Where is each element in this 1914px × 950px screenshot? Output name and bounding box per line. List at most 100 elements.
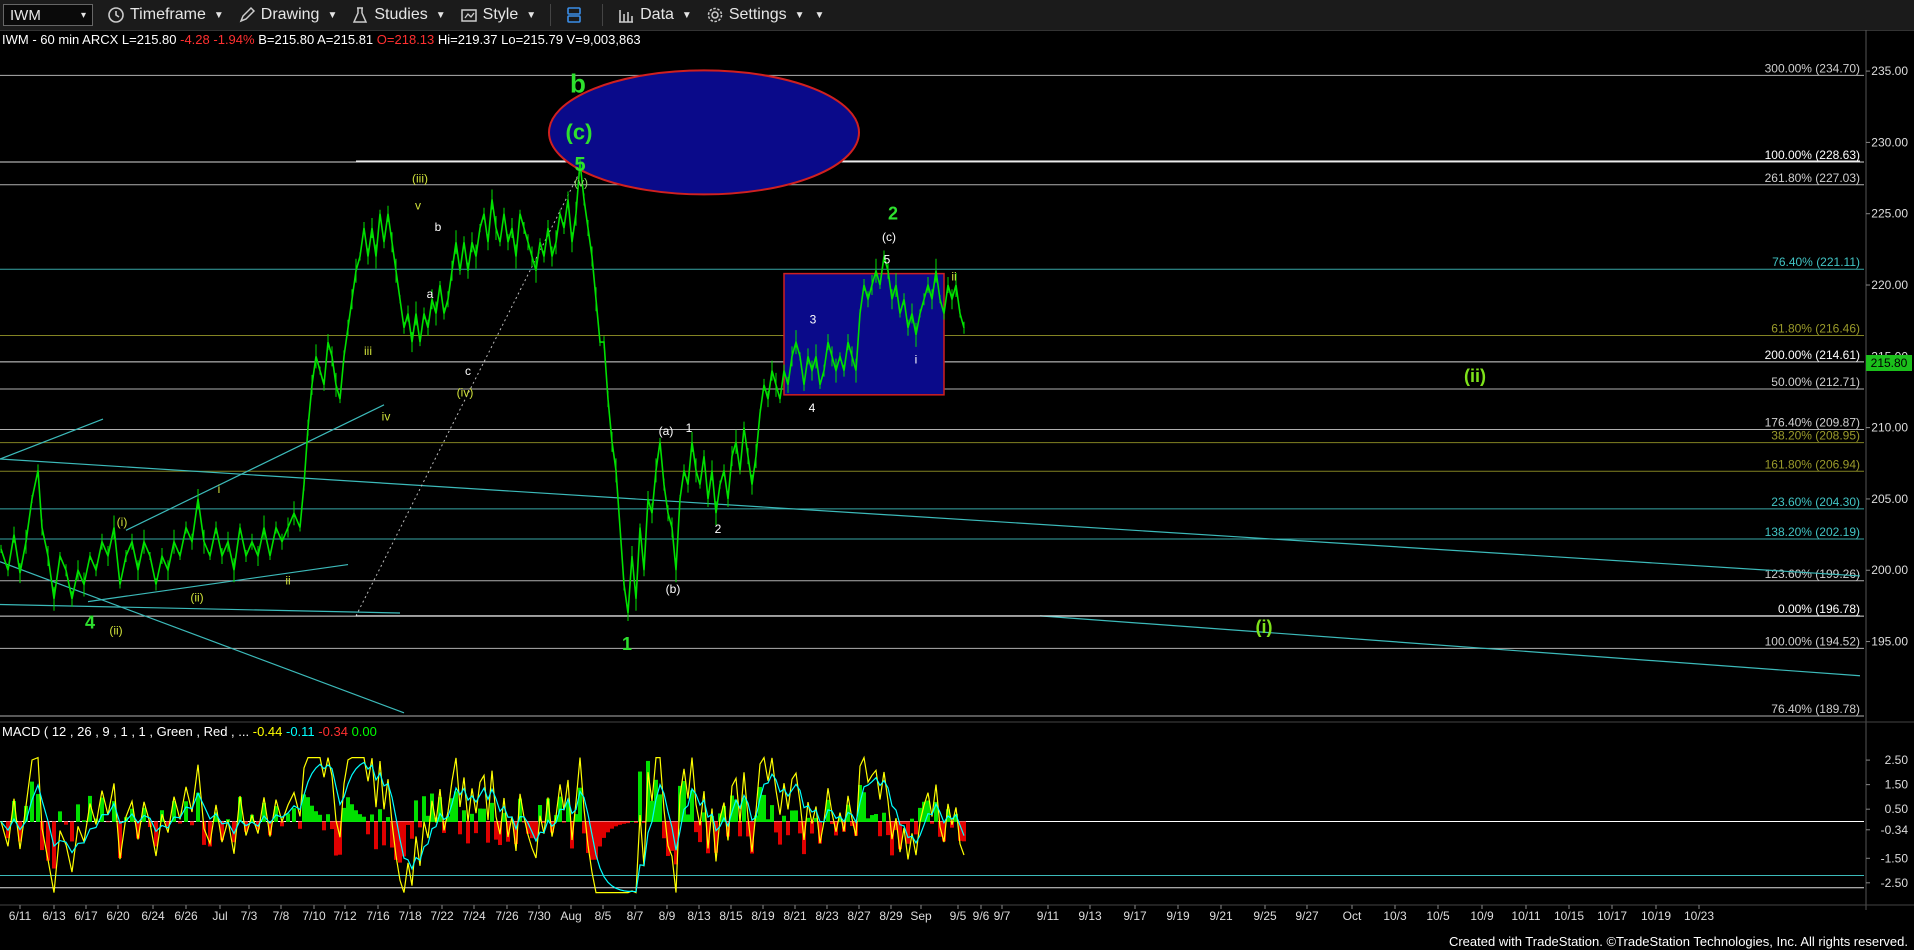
wave-label: i bbox=[218, 482, 221, 496]
data-button[interactable]: Data ▼ bbox=[617, 6, 692, 24]
settings-button[interactable]: Settings ▼ bbox=[706, 6, 805, 24]
style-button[interactable]: Style ▼ bbox=[460, 6, 536, 24]
macd-histogram-bar bbox=[782, 815, 786, 822]
studies-button[interactable]: Studies ▼ bbox=[351, 6, 446, 24]
pencil-icon bbox=[239, 6, 255, 23]
macd-histogram-bar bbox=[466, 821, 470, 844]
macd-histogram-bar bbox=[598, 821, 602, 847]
macd-histogram-bar bbox=[862, 792, 866, 822]
macd-histogram-bar bbox=[790, 810, 794, 822]
drawing-button[interactable]: Drawing ▼ bbox=[238, 6, 338, 24]
time-tick-label: 8/21 bbox=[783, 909, 807, 923]
macd-histogram-bar bbox=[910, 818, 914, 822]
macd-histogram-bar bbox=[694, 821, 698, 833]
time-tick-label: Aug bbox=[560, 909, 581, 923]
wave-label: 5 bbox=[574, 154, 585, 176]
wave-label: 1 bbox=[622, 634, 632, 654]
wave-label: 3 bbox=[810, 313, 817, 327]
last-price-marker: 215.80 bbox=[1866, 355, 1912, 371]
time-tick-label: 7/12 bbox=[333, 909, 357, 923]
price-tick-label: 200.00 bbox=[1871, 563, 1908, 577]
macd-histogram-bar bbox=[178, 821, 182, 824]
macd-histogram-bar bbox=[742, 798, 746, 822]
macd-histogram-bar bbox=[470, 813, 474, 822]
macd-histogram-bar bbox=[330, 821, 334, 830]
time-tick-label: 9/6 bbox=[973, 909, 990, 923]
macd-histogram-bar bbox=[902, 821, 906, 824]
wave-label: 2 bbox=[715, 522, 722, 536]
macd-histogram-bar bbox=[58, 811, 62, 822]
macd-histogram-bar bbox=[184, 801, 188, 822]
macd-histogram-bar bbox=[870, 815, 874, 822]
macd-histogram-bar bbox=[106, 821, 110, 823]
macd-histogram-bar bbox=[366, 821, 370, 835]
symbol-value: IWM bbox=[10, 6, 41, 24]
chevron-down-icon[interactable]: ▾ bbox=[81, 10, 86, 21]
price-tick-label: 210.00 bbox=[1871, 421, 1908, 435]
macd-histogram-bar bbox=[866, 818, 870, 822]
macd-histogram-bar bbox=[738, 821, 742, 837]
price-chart[interactable]: 300.00% (234.70)100.00% (228.63)261.80% … bbox=[0, 30, 1914, 935]
more-caret-icon[interactable]: ▼ bbox=[815, 10, 825, 21]
timeframe-button[interactable]: Timeframe ▼ bbox=[107, 6, 224, 24]
fib-level-label: 76.40% (189.78) bbox=[1771, 702, 1860, 716]
wave-label: (b) bbox=[666, 582, 681, 596]
layout-button[interactable] bbox=[565, 6, 588, 24]
macd-value-2: -0.11 bbox=[286, 724, 315, 739]
macd-tick-label: 2.50 bbox=[1885, 753, 1909, 767]
time-tick-label: 10/19 bbox=[1641, 909, 1671, 923]
wave-label: v bbox=[415, 198, 421, 212]
flask-icon bbox=[353, 7, 368, 23]
time-tick-label: Jul bbox=[212, 909, 227, 923]
trend-line bbox=[125, 404, 385, 531]
trend-line bbox=[87, 563, 349, 603]
macd-tick-label: 0.50 bbox=[1885, 802, 1909, 816]
time-tick-label: 7/18 bbox=[398, 909, 422, 923]
trend-line bbox=[0, 603, 401, 614]
macd-legend: MACD ( 12 , 26 , 9 , 1 , 1 , Green , Red… bbox=[2, 724, 377, 739]
macd-tick-label: -1.50 bbox=[1881, 851, 1909, 865]
macd-histogram-bar bbox=[346, 797, 350, 822]
target-box bbox=[783, 272, 945, 396]
time-tick-label: 6/17 bbox=[74, 909, 98, 923]
clock-icon bbox=[108, 7, 124, 23]
fib-level-label: 23.60% (204.30) bbox=[1771, 495, 1860, 509]
price-tick-label: 230.00 bbox=[1871, 135, 1908, 149]
time-tick-label: 9/27 bbox=[1295, 909, 1319, 923]
wave-label: 5 bbox=[884, 253, 891, 267]
chevron-down-icon: ▼ bbox=[327, 9, 338, 21]
macd-histogram-bar bbox=[482, 808, 486, 822]
macd-histogram-bar bbox=[770, 805, 774, 822]
trend-line bbox=[0, 458, 1861, 577]
macd-histogram-bar bbox=[326, 814, 330, 822]
macd-histogram-bar bbox=[622, 821, 626, 824]
macd-histogram-bar bbox=[618, 821, 622, 825]
symbol-input[interactable]: IWM ▾ bbox=[3, 4, 93, 26]
macd-histogram-bar bbox=[774, 821, 778, 833]
time-tick-label: 6/11 bbox=[9, 909, 32, 923]
macd-histogram-bar bbox=[370, 814, 374, 822]
macd-value-1: -0.44 bbox=[252, 724, 283, 739]
fib-level-label: 161.80% (206.94) bbox=[1765, 457, 1860, 471]
time-tick-label: 10/15 bbox=[1554, 909, 1584, 923]
macd-histogram-bar bbox=[410, 821, 414, 839]
price-tick-label: 220.00 bbox=[1871, 278, 1908, 292]
wave-label: (c) bbox=[566, 120, 593, 145]
toolbar-divider bbox=[602, 4, 604, 26]
bar-chart-icon bbox=[619, 10, 634, 23]
wave-label: (iv) bbox=[457, 385, 474, 399]
macd-histogram-bar bbox=[374, 821, 378, 850]
macd-histogram-bar bbox=[64, 821, 68, 825]
time-tick-label: 9/17 bbox=[1123, 909, 1147, 923]
wave-label: c bbox=[465, 364, 471, 378]
macd-histogram-bar bbox=[382, 821, 386, 846]
macd-histogram-bar bbox=[418, 821, 422, 828]
macd-histogram-bar bbox=[378, 809, 382, 822]
time-tick-label: Oct bbox=[1343, 909, 1362, 923]
time-tick-label: 9/21 bbox=[1209, 909, 1233, 923]
macd-histogram-bar bbox=[634, 821, 638, 823]
macd-histogram-bar bbox=[298, 821, 302, 829]
time-tick-label: Sep bbox=[910, 909, 932, 923]
fib-level-label: 38.20% (208.95) bbox=[1771, 429, 1860, 443]
wave-label: a bbox=[427, 287, 434, 301]
